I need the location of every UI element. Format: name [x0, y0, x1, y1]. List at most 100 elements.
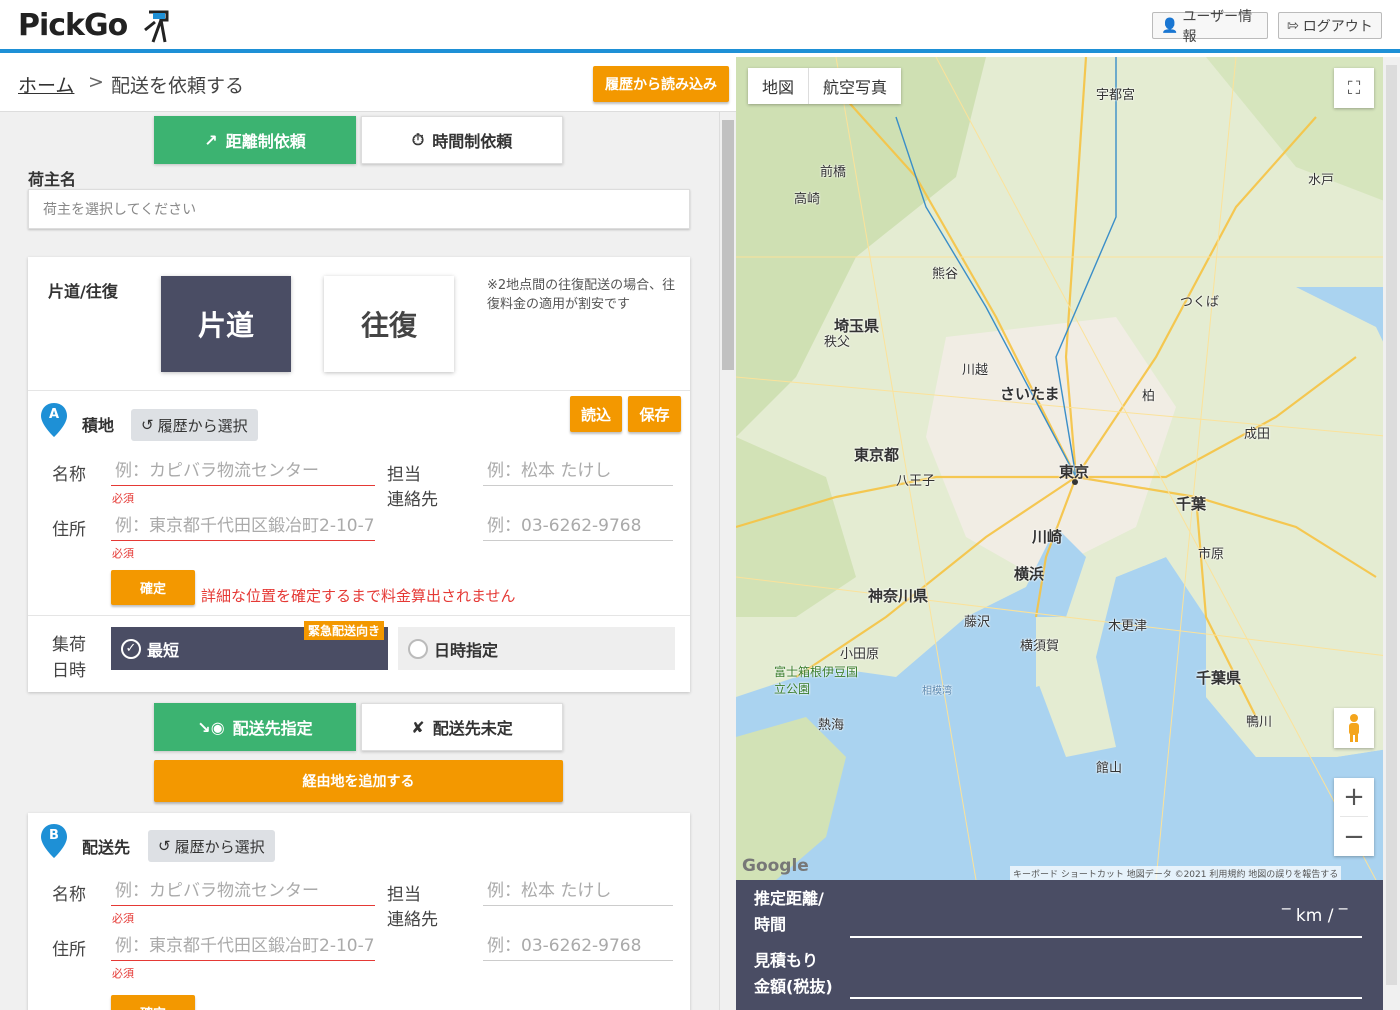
- pickup-name-required: 必須: [112, 492, 134, 505]
- pickup-history-label: 履歴から選択: [157, 416, 248, 435]
- tab-destination-specified[interactable]: ↘◉ 配送先指定: [154, 703, 356, 751]
- collection-label-2: 日時: [52, 661, 86, 681]
- one-way-button[interactable]: 片道: [161, 276, 291, 372]
- user-icon: 👤: [1161, 17, 1179, 34]
- delivery-phone-input[interactable]: 例：03-6262-9768: [483, 931, 673, 961]
- route-map[interactable]: 前橋 高崎 熊谷 埼玉県 秩父 川越 さいたま 東京都 八王子 東京 千葉 川崎…: [736, 57, 1400, 880]
- delivery-address-required: 必須: [112, 967, 134, 980]
- breadcrumb-current: 配送を依頼する: [111, 75, 245, 97]
- route-pin-icon: ↘◉: [197, 717, 225, 737]
- map-tab-aerial[interactable]: 航空写真: [809, 68, 901, 104]
- history-icon: ↺: [158, 837, 171, 855]
- google-logo: Google: [742, 856, 809, 876]
- load-from-history-button[interactable]: 履歴から読み込み: [593, 66, 729, 102]
- delivery-history-label: 履歴から選択: [174, 837, 265, 856]
- map-label-kawasaki: 川崎: [1032, 528, 1063, 546]
- map-label-hachioji: 八王子: [896, 474, 936, 489]
- trip-label: 片道/往復: [48, 282, 118, 301]
- pickup-save-button[interactable]: 保存: [628, 396, 681, 432]
- pickup-card: 片道/往復 片道 往復 ※2地点間の往復配送の場合、往復料金の適用が割安です A…: [28, 257, 690, 692]
- tab-destination-unspecified[interactable]: ✘ 配送先未定: [361, 703, 563, 751]
- round-trip-button[interactable]: 往復: [324, 276, 454, 372]
- pickup-contact-label-2: 連絡先: [387, 490, 438, 510]
- pickup-warning: 詳細な位置を確定するまで料金算出されません: [201, 587, 516, 605]
- map-footer[interactable]: キーボード ショートカット 地図データ ©2021 利用規約 地図の誤りを報告す…: [1010, 866, 1342, 881]
- breadcrumb-separator: >: [88, 71, 104, 93]
- distance-label-2: 時間: [754, 915, 787, 934]
- logout-button[interactable]: ⇰ ログアウト: [1278, 12, 1382, 39]
- delivery-name-input[interactable]: 例：カピバラ物流センター: [111, 876, 375, 906]
- map-label-utsunomiya: 宇都宮: [1096, 88, 1136, 103]
- urgent-badge: 緊急配送向き: [304, 621, 385, 640]
- map-label-chichibu: 秩父: [824, 335, 851, 350]
- delivery-contact-name-input[interactable]: 例：松本 たけし: [483, 876, 673, 906]
- delivery-contact-label-2: 連絡先: [387, 910, 438, 930]
- street-view-pegman-icon[interactable]: [1334, 708, 1374, 748]
- pegman-icon: [1349, 714, 1359, 742]
- delivery-confirm-button[interactable]: 確定: [111, 995, 195, 1010]
- user-info-button[interactable]: 👤 ユーザー情報: [1152, 9, 1268, 45]
- pickup-address-input[interactable]: 例：東京都千代田区鍛冶町2-10-7: [111, 511, 375, 541]
- divider: [28, 390, 690, 391]
- map-label-hakone: 富士箱根伊豆国立公園: [774, 665, 859, 696]
- divider: [28, 615, 690, 616]
- zoom-in-button[interactable]: +: [1340, 778, 1368, 817]
- stopwatch-icon: ⏱: [411, 130, 425, 149]
- pickup-confirm-button[interactable]: 確定: [111, 570, 195, 605]
- zoom-out-button[interactable]: −: [1340, 817, 1368, 856]
- breadcrumb: ホーム > 配送を依頼する 履歴から読み込み: [0, 57, 736, 112]
- distance-value: ‾ km / ‾: [1282, 906, 1348, 926]
- map-label-tateyama: 館山: [1096, 761, 1123, 776]
- pickup-history-button[interactable]: ↺ 履歴から選択: [131, 409, 258, 441]
- no-location-icon: ✘: [411, 717, 425, 737]
- page-scrollbar[interactable]: [1383, 57, 1400, 1010]
- map-tab-map[interactable]: 地図: [748, 68, 810, 104]
- pickup-phone-input[interactable]: 例：03-6262-9768: [483, 511, 673, 541]
- logout-label: ログアウト: [1302, 18, 1373, 35]
- fullscreen-icon[interactable]: ⛶: [1334, 68, 1374, 108]
- map-label-tokyo-to: 東京都: [854, 446, 900, 464]
- tab-distance-label: 距離制依頼: [225, 132, 306, 151]
- tab-time-label: 時間制依頼: [432, 132, 513, 151]
- top-header: PickGo 👤 ユーザー情報 ⇰ ログアウト: [0, 0, 1400, 53]
- user-info-label: ユーザー情報: [1182, 8, 1253, 45]
- zoom-control: + −: [1334, 778, 1374, 856]
- collection-shortest-label: 最短: [147, 640, 180, 660]
- breadcrumb-home-link[interactable]: ホーム: [18, 71, 74, 98]
- collection-specify-option[interactable]: 日時指定: [398, 627, 675, 670]
- pickup-contact-name-input[interactable]: 例：松本 たけし: [483, 456, 673, 486]
- delivery-name-label: 名称: [52, 885, 86, 905]
- map-label-kamogawa: 鴨川: [1246, 715, 1273, 730]
- form-scrollbar[interactable]: [719, 112, 736, 1010]
- map-label-fujisawa: 藤沢: [964, 615, 991, 630]
- delivery-contact-label-1: 担当: [387, 885, 421, 905]
- estimate-panel: 推定距離/ 時間 ‾ km / ‾ 見積もり 金額(税抜): [736, 880, 1400, 1010]
- trip-note: ※2地点間の往復配送の場合、往復料金の適用が割安です: [487, 278, 676, 312]
- map-label-takasaki: 高崎: [794, 192, 821, 207]
- distance-label-1: 推定距離/: [754, 889, 824, 908]
- map-label-mito: 水戸: [1308, 173, 1335, 188]
- tab-time-request[interactable]: ⏱ 時間制依頼: [361, 116, 563, 164]
- pickup-name-input[interactable]: 例：カピバラ物流センター: [111, 456, 375, 486]
- logo-text: PickGo: [18, 8, 128, 43]
- delivery-address-input[interactable]: 例：東京都千代田区鍛冶町2-10-7: [111, 931, 375, 961]
- delivery-history-button[interactable]: ↺ 履歴から選択: [148, 830, 275, 862]
- trend-icon: ↗: [204, 130, 218, 150]
- collection-specify-label: 日時指定: [434, 640, 499, 660]
- pickup-load-button[interactable]: 読込: [570, 396, 622, 432]
- shipper-select[interactable]: 荷主を選択してください: [28, 189, 690, 229]
- page-scroll-thumb[interactable]: [1386, 65, 1397, 985]
- map-label-kawagoe: 川越: [962, 363, 989, 378]
- history-icon: ↺: [141, 416, 154, 434]
- add-waypoint-button[interactable]: 経由地を追加する: [154, 760, 563, 802]
- delivery-address-label: 住所: [52, 940, 86, 960]
- tab-distance-request[interactable]: ↗ 距離制依頼: [154, 116, 356, 164]
- logout-icon: ⇰: [1287, 17, 1299, 34]
- form-scroll-thumb[interactable]: [722, 120, 734, 370]
- tab-destination-specified-label: 配送先指定: [232, 719, 313, 738]
- map-label-sagamiwan: 相模湾: [922, 686, 952, 697]
- pickgo-logo[interactable]: PickGo: [18, 8, 171, 44]
- map-label-odawara: 小田原: [840, 647, 880, 662]
- pickup-contact-label-1: 担当: [387, 465, 421, 485]
- pin-b-letter: B: [49, 828, 59, 843]
